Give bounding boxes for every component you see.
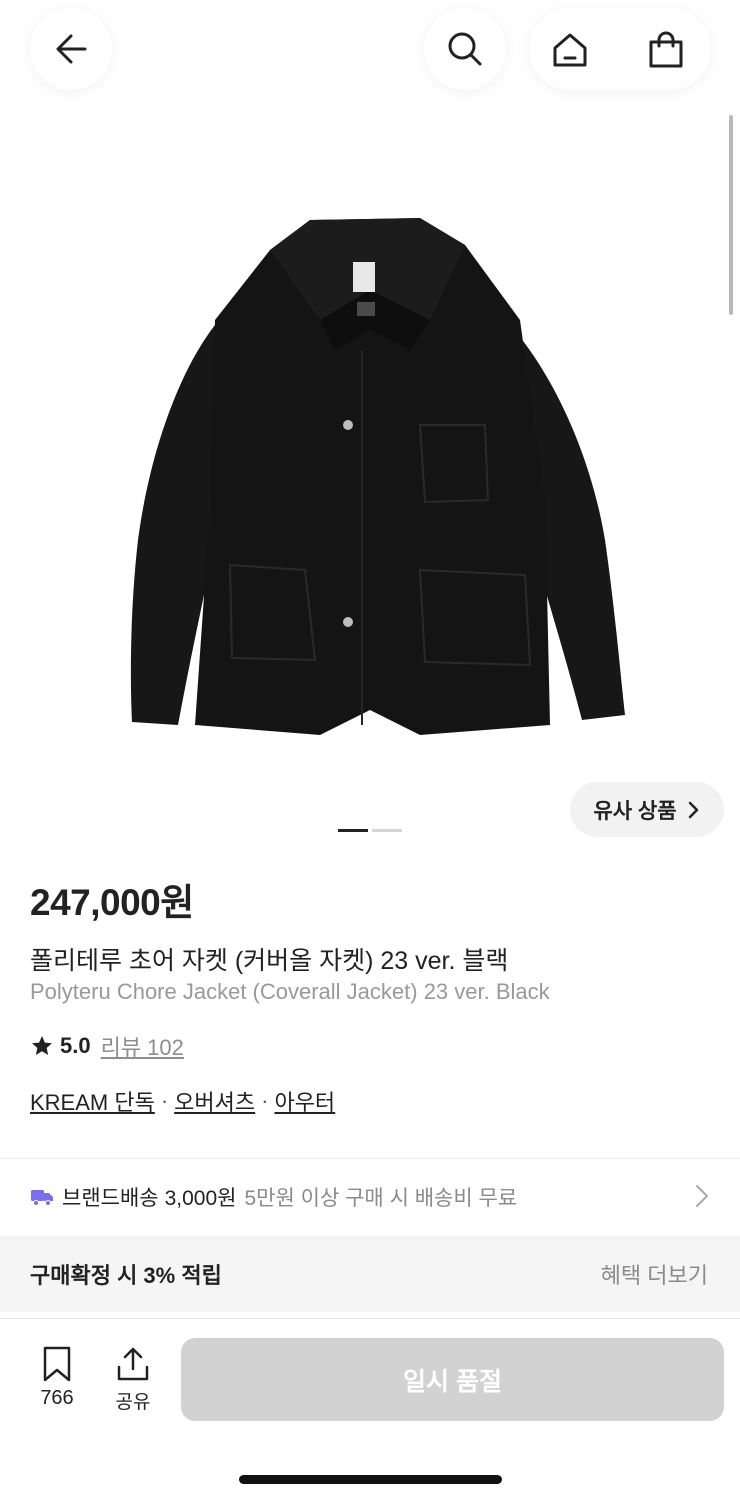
product-title-en: Polyteru Chore Jacket (Coverall Jacket) … — [30, 979, 550, 1004]
similar-products-button[interactable]: 유사 상품 — [570, 782, 724, 837]
shopping-bag-icon — [649, 31, 683, 68]
shipping-fee: 3,000원 — [164, 1187, 237, 1210]
arrow-left-icon — [56, 34, 87, 64]
product-image[interactable] — [120, 210, 630, 740]
chevron-right-icon — [688, 801, 698, 818]
shipping-note: 5만원 이상 구매 시 배송비 무료 — [244, 1187, 518, 1210]
home-indicator[interactable] — [239, 1475, 502, 1484]
rating-score: 5.0 — [60, 1033, 91, 1058]
tag-link[interactable]: 오버셔츠 — [174, 1085, 255, 1117]
similar-products-label: 유사 상품 — [593, 799, 677, 823]
back-button[interactable] — [30, 8, 112, 90]
carousel-indicator-active — [338, 829, 368, 832]
benefit-text: 구매확정 시 3% 적립 — [30, 1263, 222, 1288]
scrollbar[interactable] — [729, 115, 733, 315]
shipping-row[interactable]: 브랜드배송 3,000원 5만원 이상 구매 시 배송비 무료 — [30, 1180, 710, 1214]
bookmark-count: 766 — [40, 1387, 74, 1409]
chevron-right-icon — [696, 1185, 708, 1207]
benefit-more-link[interactable]: 혜택 더보기 — [601, 1258, 708, 1290]
truck-icon — [31, 1190, 53, 1206]
benefit-banner: 구매확정 시 3% 적립 혜택 더보기 — [0, 1236, 740, 1312]
product-price: 247,000원 — [30, 882, 194, 923]
bookmark-button[interactable]: 766 — [30, 1345, 84, 1410]
tag-link[interactable]: KREAM 단독 — [30, 1085, 155, 1117]
tag-separator: · — [160, 1088, 169, 1113]
header-actions — [529, 8, 711, 90]
product-tags: KREAM 단독 · 오버셔츠 · 아우터 — [30, 1085, 335, 1117]
share-label: 공유 — [115, 1392, 151, 1413]
star-icon — [32, 1036, 52, 1055]
rating-row: 5.0 리뷰 102 — [30, 1030, 184, 1062]
shipping-label: 브랜드배송 — [62, 1187, 159, 1210]
divider — [0, 1158, 740, 1159]
home-icon — [553, 33, 587, 67]
sold-out-button[interactable]: 일시 품절 — [181, 1338, 724, 1421]
search-icon — [448, 32, 482, 66]
bookmark-icon — [43, 1346, 71, 1382]
cart-button[interactable] — [643, 27, 689, 73]
review-link[interactable]: 리뷰 102 — [101, 1030, 184, 1062]
share-icon — [117, 1347, 149, 1381]
search-button[interactable] — [424, 8, 506, 90]
bottom-bar-divider — [0, 1318, 740, 1319]
product-title-ko: 폴리테루 초어 자켓 (커버올 자켓) 23 ver. 블랙 — [30, 947, 509, 975]
tag-separator: · — [261, 1088, 269, 1113]
share-button[interactable]: 공유 — [106, 1345, 160, 1414]
carousel-indicator — [372, 829, 402, 832]
home-button[interactable] — [547, 27, 593, 73]
tag-link[interactable]: 아우터 — [274, 1085, 335, 1117]
